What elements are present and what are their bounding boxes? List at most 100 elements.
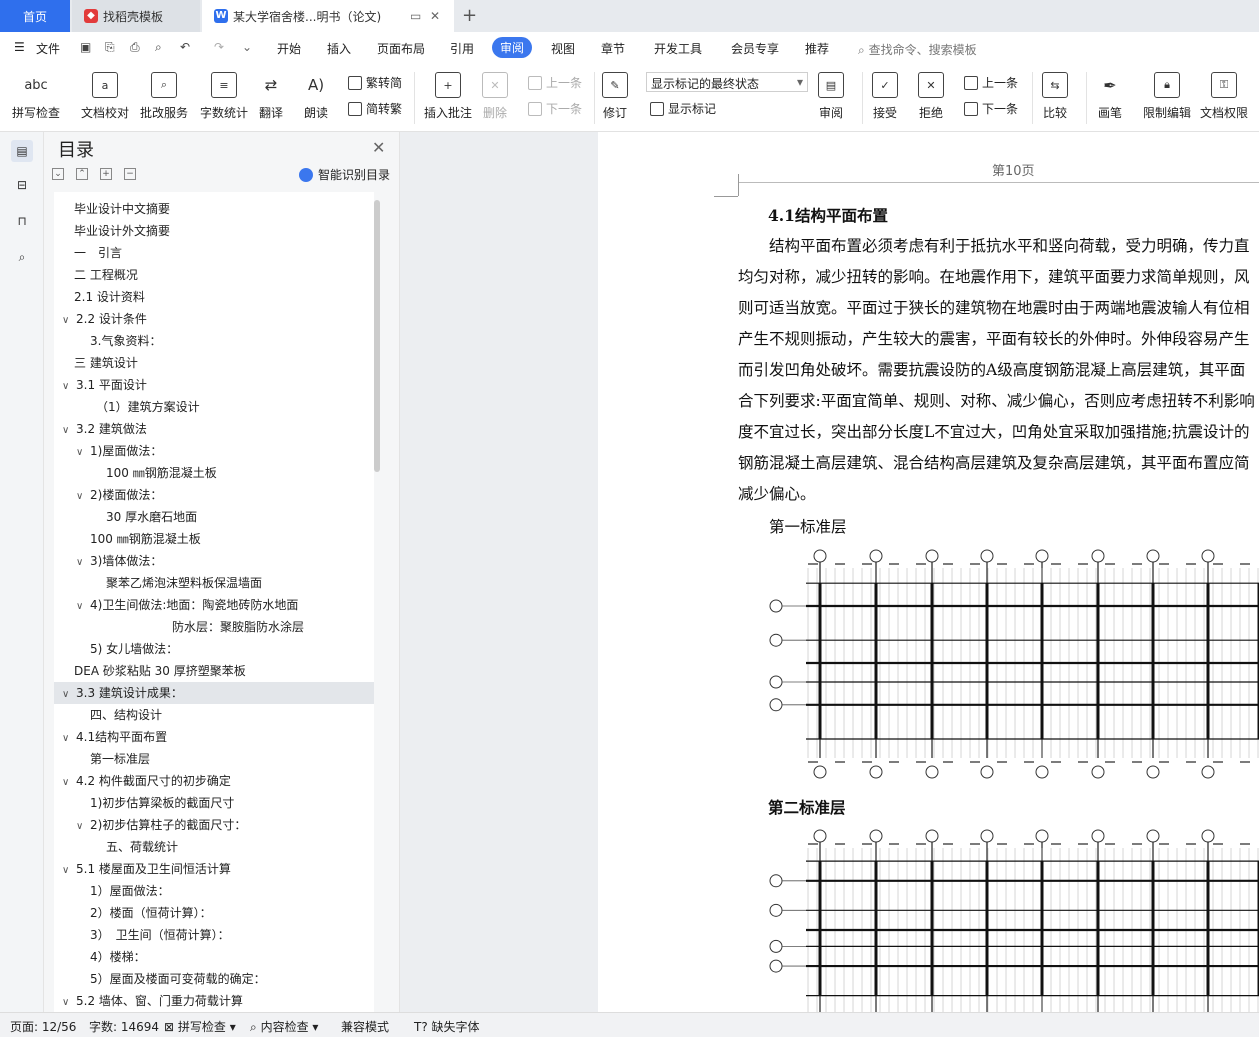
chevron-down-icon[interactable]: ∨ (76, 486, 90, 508)
chevron-down-icon[interactable]: ∨ (62, 992, 76, 1012)
toc-item[interactable]: ∨ 3.2 建筑做法 (62, 418, 147, 440)
spellcheck-button[interactable]: abc 拼写检查 (12, 72, 60, 121)
chevron-down-icon[interactable]: ∨ (62, 728, 76, 750)
restrict-edit-button[interactable]: 🔒︎ 限制编辑 (1143, 72, 1191, 121)
chevron-down-icon[interactable]: ∨ (76, 816, 90, 838)
toc-item[interactable]: ∨ 3)墙体做法： (76, 550, 162, 572)
revise-button[interactable]: ✎ 修订 (602, 72, 628, 121)
doc-rights-button[interactable]: ⚿ 文档权限 (1200, 72, 1248, 121)
toc-item[interactable]: 毕业设计外文摘要 (74, 220, 170, 242)
chevron-down-icon[interactable]: ∨ (76, 596, 90, 618)
menu-item-view[interactable]: 视图 (551, 40, 575, 57)
toc-panel-icon[interactable]: ▤ (11, 140, 33, 162)
bookmark-icon[interactable]: ⊓ (11, 210, 33, 232)
document-page[interactable]: 第10页 4.1结构平面布置 结构平面布置必须考虑有利于抵抗水平和竖向荷载，受力… (598, 132, 1259, 1012)
toc-item[interactable]: ∨ 5.2 墙体、窗、门重力荷载计算 (62, 990, 243, 1012)
tab-home[interactable]: 首页 (0, 0, 70, 32)
toc-item[interactable]: （1）建筑方案设计 (96, 396, 200, 418)
undo-icon[interactable]: ↶ (180, 40, 190, 54)
toc-item[interactable]: 5) 女儿墙做法： (90, 638, 178, 660)
toc-item[interactable]: 2）楼面（恒荷计算）： (90, 902, 212, 924)
status-spellcheck[interactable]: ⊠ 拼写检查 ▾ (164, 1018, 236, 1035)
close-icon[interactable]: ✕ (372, 138, 385, 157)
status-content-check[interactable]: ⌕ 内容检查 ▾ (250, 1018, 318, 1035)
menu-file[interactable]: 文件 (36, 40, 60, 57)
toc-item[interactable]: 一 引言 (74, 242, 122, 264)
toc-item[interactable]: 1)初步估算梁板的截面尺寸 (90, 792, 234, 814)
prev-comment-button[interactable]: 上一条 (528, 74, 582, 91)
new-tab-icon[interactable]: + (462, 5, 477, 26)
tab-template[interactable]: ◆ 找稻壳模板 (72, 0, 200, 32)
toc-item[interactable]: DEA 砂浆粘贴 30 厚挤塑聚苯板 (74, 660, 246, 682)
toc-scrollbar[interactable] (374, 200, 380, 472)
collapse-all-icon[interactable]: ⌄ (52, 168, 64, 180)
menu-item-review[interactable]: 审阅 (492, 37, 533, 58)
toc-item[interactable]: 三 建筑设计 (74, 352, 138, 374)
delete-comment-button[interactable]: ✕ 删除 (482, 72, 508, 121)
menu-item-recommend[interactable]: 推荐 (805, 40, 829, 57)
toc-item[interactable]: ∨ 5.1 楼屋面及卫生间恒活计算 (62, 858, 231, 880)
toc-item[interactable]: ∨ 3.1 平面设计 (62, 374, 147, 396)
toc-item[interactable]: 2.1 设计资料 (74, 286, 145, 308)
menu-item-insert[interactable]: 插入 (327, 40, 351, 57)
redo-icon[interactable]: ↷ (214, 40, 224, 54)
chapter-nav-icon[interactable]: ⊟ (11, 174, 33, 196)
toc-item[interactable]: ∨ 2.2 设计条件 (62, 308, 147, 330)
toc-item[interactable]: 100 ㎜钢筋混凝土板 (90, 528, 201, 550)
chevron-down-icon[interactable]: ∨ (62, 772, 76, 794)
menu-item-chapter[interactable]: 章节 (601, 40, 625, 57)
save-icon[interactable]: ▣ (80, 40, 91, 54)
toc-item[interactable]: 1）屋面做法： (90, 880, 170, 902)
close-tab-icon[interactable]: ✕ (430, 9, 440, 23)
toc-item[interactable]: 第一标准层 (90, 748, 150, 770)
toc-item[interactable]: 四、结构设计 (90, 704, 162, 726)
review-pane-button[interactable]: ▤ 审阅 (818, 72, 844, 121)
tab-document[interactable]: W 某大学宿舍楼...明书（论文) ▭ ✕ (202, 0, 454, 32)
toc-item[interactable]: 100 ㎜钢筋混凝土板 (106, 462, 217, 484)
toc-item[interactable]: ∨ 3.3 建筑设计成果： (62, 682, 183, 704)
chevron-down-icon[interactable]: ∨ (62, 420, 76, 442)
chevron-down-icon[interactable]: ∨ (62, 376, 76, 398)
word-count[interactable]: 字数: 14694 (89, 1018, 159, 1035)
toc-item[interactable]: 30 厚水磨石地面 (106, 506, 197, 528)
chevron-down-icon[interactable]: ∨ (76, 442, 90, 464)
missing-font[interactable]: T? 缺失字体 (414, 1018, 480, 1035)
reject-button[interactable]: ✕ 拒绝 (918, 72, 944, 121)
chevron-down-icon[interactable]: ∨ (76, 552, 90, 574)
toc-item[interactable]: 3） 卫生间（恒荷计算）： (90, 924, 230, 946)
command-search[interactable]: ⌕ 查找命令、搜索模板 (858, 41, 977, 58)
menu-item-start[interactable]: 开始 (277, 40, 301, 57)
menu-icon[interactable]: ☰ (14, 40, 25, 54)
toc-item[interactable]: 3.气象资料： (90, 330, 161, 352)
remove-level-icon[interactable]: − (124, 168, 136, 180)
toc-item[interactable]: ∨ 2)楼面做法： (76, 484, 162, 506)
smart-toc-button[interactable]: 智能识别目录 (299, 166, 390, 183)
print-preview-icon[interactable]: ⌕ (155, 40, 162, 55)
toc-item[interactable]: 毕业设计中文摘要 (74, 198, 170, 220)
toc-item[interactable]: ∨ 4)卫生间做法:地面：陶瓷地砖防水地面 (76, 594, 298, 616)
chevron-down-icon[interactable]: ∨ (62, 684, 76, 706)
pen-button[interactable]: ✒ 画笔 (1097, 72, 1123, 121)
toc-item[interactable]: 4）楼梯： (90, 946, 146, 968)
next-change-button[interactable]: 下一条 (964, 100, 1018, 117)
accept-button[interactable]: ✓ 接受 (872, 72, 898, 121)
page-count[interactable]: 页面: 12/56 (10, 1018, 76, 1035)
toc-item[interactable]: ∨ 2)初步估算柱子的截面尺寸： (76, 814, 246, 836)
compare-button[interactable]: ⇆ 比较 (1042, 72, 1068, 121)
toc-item[interactable]: 5）屋面及楼面可变荷载的确定： (90, 968, 266, 990)
toc-item[interactable]: 聚苯乙烯泡沫塑料板保温墙面 (106, 572, 262, 594)
word-count-button[interactable]: ≡ 字数统计 (200, 72, 248, 121)
read-aloud-button[interactable]: A) 朗读 (303, 72, 329, 121)
toc-item[interactable]: 防水层：聚胺脂防水涂层 (172, 616, 304, 638)
menu-item-reference[interactable]: 引用 (450, 40, 474, 57)
toc-item[interactable]: ∨ 1)屋面做法： (76, 440, 162, 462)
show-marks-button[interactable]: 显示标记 (650, 100, 716, 117)
doc-proof-button[interactable]: a 文档校对 (81, 72, 129, 121)
export-pdf-icon[interactable]: ⎘ (105, 40, 115, 55)
chevron-down-icon[interactable]: ∨ (62, 860, 76, 882)
print-icon[interactable]: ⎙ (130, 40, 140, 55)
menu-item-layout[interactable]: 页面布局 (377, 40, 425, 57)
prev-change-button[interactable]: 上一条 (964, 74, 1018, 91)
insert-comment-button[interactable]: + 插入批注 (424, 72, 472, 121)
translate-button[interactable]: ⇄ 翻译 (258, 72, 284, 121)
